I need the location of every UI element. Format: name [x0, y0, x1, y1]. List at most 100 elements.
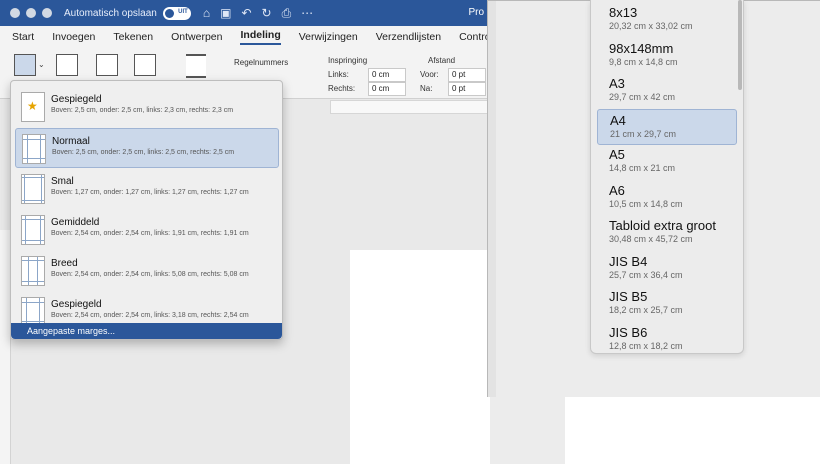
margin-option-name: Breed	[51, 258, 78, 269]
orientation-button[interactable]	[56, 54, 78, 76]
paper-size-option[interactable]: Tabloid extra groot 30,48 cm x 45,72 cm	[597, 215, 735, 249]
minimize-window-icon[interactable]	[26, 8, 36, 18]
tab-verwijzingen[interactable]: Verwijzingen	[299, 31, 358, 43]
margin-option-desc: Boven: 2,54 cm, onder: 2,54 cm, links: 3…	[51, 312, 249, 319]
maximize-window-icon[interactable]	[42, 8, 52, 18]
indent-left-field[interactable]: 0 cm	[368, 68, 406, 82]
autosave-toggle[interactable]: UIT	[162, 6, 191, 20]
margin-option-name: Smal	[51, 176, 74, 187]
home-icon[interactable]: ⌂	[203, 6, 210, 21]
size-button[interactable]	[96, 54, 118, 76]
custom-margins-item[interactable]: Aangepaste marges...	[11, 323, 282, 339]
paper-size-option[interactable]: JIS B6 12,8 cm x 18,2 cm	[597, 322, 735, 356]
paper-size-dim: 25,7 cm x 36,4 cm	[609, 269, 683, 280]
paper-size-option[interactable]: A6 10,5 cm x 14,8 cm	[597, 180, 735, 214]
chevron-down-icon[interactable]: ⌄	[38, 60, 45, 69]
margin-option-gemiddeld[interactable]: Gemiddeld Boven: 2,54 cm, onder: 2,54 cm,…	[15, 210, 277, 248]
columns-button[interactable]	[134, 54, 156, 76]
document-page[interactable]	[350, 250, 490, 464]
tab-ontwerpen[interactable]: Ontwerpen	[171, 31, 222, 43]
redo-icon[interactable]: ↻	[262, 6, 272, 21]
horizontal-ruler[interactable]	[330, 100, 492, 114]
margin-option-desc: Boven: 2,54 cm, onder: 2,54 cm, links: 5…	[51, 271, 249, 278]
paper-size-dropdown: 8x13 20,32 cm x 33,02 cm 98x148mm 9,8 cm x …	[590, 0, 744, 354]
undo-icon[interactable]: ↶	[241, 6, 251, 21]
paper-size-name: A3	[609, 76, 625, 91]
paper-size-dim: 9,8 cm x 14,8 cm	[609, 56, 678, 67]
margins-button[interactable]	[14, 54, 36, 76]
paper-size-name: JIS B6	[609, 324, 648, 340]
tab-invoegen[interactable]: Invoegen	[52, 31, 95, 43]
spacing-before-label: Voor:	[420, 70, 439, 79]
margin-option-desc: Boven: 2,5 cm, onder: 2,5 cm, links: 2,5…	[52, 149, 235, 156]
paper-size-name: Tabloid extra groot	[609, 218, 716, 233]
spacing-after-label: Na:	[420, 84, 433, 93]
indent-left-label: Links:	[328, 70, 349, 79]
margin-option-name: Gespiegeld	[51, 299, 102, 310]
save-icon[interactable]: ▣	[220, 6, 231, 21]
paper-size-name: JIS B5	[609, 289, 648, 304]
tab-start[interactable]: Start	[12, 31, 34, 43]
paper-size-dim: 30,48 cm x 45,72 cm	[609, 234, 693, 244]
paper-size-name: A5	[609, 147, 625, 162]
title-bar: Automatisch opslaan UIT ⌂ ▣ ↶ ↻ ⎙ ⋯ Pro	[0, 0, 490, 26]
breaks-button[interactable]	[186, 54, 206, 78]
window-controls[interactable]	[10, 8, 52, 18]
paper-size-name: A6	[609, 182, 625, 198]
paper-size-name: A4	[610, 112, 626, 128]
paper-size-option[interactable]: 98x148mm 9,8 cm x 14,8 cm	[597, 38, 735, 72]
star-icon: ★	[21, 92, 45, 122]
margin-option-name: Normaal	[52, 136, 90, 147]
margin-option-name: Gemiddeld	[51, 217, 100, 228]
tab-indeling[interactable]: Indeling	[240, 29, 281, 45]
quick-access-toolbar: ⌂ ▣ ↶ ↻ ⎙ ⋯	[203, 6, 313, 21]
paper-size-option[interactable]: A4 21 cm x 29,7 cm	[597, 108, 737, 145]
paper-size-dim: 21 cm x 29,7 cm	[610, 128, 677, 139]
margin-option-breed[interactable]: Breed Boven: 2,54 cm, onder: 2,54 cm, lin…	[15, 251, 277, 289]
margin-option-desc: Boven: 2,5 cm, onder: 2,5 cm, links: 2,3…	[51, 107, 234, 114]
paper-size-option[interactable]: 8x13 20,32 cm x 33,02 cm	[597, 2, 735, 36]
margin-option-gespiegeld[interactable]: ★ Gespiegeld Boven: 2,5 cm, onder: 2,5 cm,…	[15, 87, 277, 125]
margin-preview-icon	[22, 134, 46, 164]
margin-option-desc: Boven: 2,54 cm, onder: 2,54 cm, links: 1…	[51, 230, 249, 237]
close-window-icon[interactable]	[10, 8, 20, 18]
paper-size-option[interactable]: A5 14,8 cm x 21 cm	[597, 144, 735, 178]
spacing-heading: Afstand	[428, 56, 456, 65]
more-icon[interactable]: ⋯	[301, 6, 313, 21]
paper-size-option[interactable]: A3 29,7 cm x 42 cm	[597, 73, 735, 107]
secondary-vertical-ruler	[488, 1, 496, 397]
margin-preview-icon	[21, 215, 45, 245]
margin-option-smal[interactable]: Smal Boven: 1,27 cm, onder: 1,27 cm, link…	[15, 169, 277, 207]
paper-size-name: JIS B4	[609, 253, 648, 269]
paper-size-dim: 14,8 cm x 21 cm	[609, 163, 676, 173]
paper-size-dim: 10,5 cm x 14,8 cm	[609, 198, 683, 209]
paper-size-dim: 18,2 cm x 25,7 cm	[609, 305, 683, 315]
margin-option-normaal[interactable]: Normaal Boven: 2,5 cm, onder: 2,5 cm, lin…	[15, 128, 279, 168]
paper-size-dim: 12,8 cm x 18,2 cm	[609, 340, 683, 351]
line-numbers-button[interactable]: Regelnummers	[234, 58, 288, 67]
margin-option-desc: Boven: 1,27 cm, onder: 1,27 cm, links: 1…	[51, 189, 249, 196]
margin-preview-icon	[21, 256, 45, 286]
tab-tekenen[interactable]: Tekenen	[113, 31, 153, 43]
spacing-before-field[interactable]: 0 pt	[448, 68, 486, 82]
spacing-after-field[interactable]: 0 pt	[448, 82, 486, 96]
indent-right-field[interactable]: 0 cm	[368, 82, 406, 96]
paper-size-option[interactable]: JIS B5 18,2 cm x 25,7 cm	[597, 286, 735, 320]
indent-heading: Inspringing	[328, 56, 368, 65]
paper-size-dim: 20,32 cm x 33,02 cm	[609, 21, 693, 31]
tab-verzendlijsten[interactable]: Verzendlijsten	[376, 31, 441, 43]
margins-dropdown: Gespiegeld Boven: 2,54 cm, onder: 2,54 cm…	[10, 80, 283, 340]
print-icon[interactable]: ⎙	[282, 6, 292, 21]
paper-size-name: 98x148mm	[609, 40, 674, 56]
paper-size-option[interactable]: JIS B4 25,7 cm x 36,4 cm	[597, 251, 735, 285]
paper-size-dim: 29,7 cm x 42 cm	[609, 92, 676, 102]
paper-size-name: 8x13	[609, 5, 638, 20]
toggle-state-label: UIT	[178, 8, 188, 15]
indent-right-label: Rechts:	[328, 84, 356, 93]
autosave-label: Automatisch opslaan	[64, 7, 157, 19]
ribbon-tabs: Start Invoegen Tekenen Ontwerpen Indeling Ver…	[0, 26, 514, 48]
size-list-scrollbar[interactable]	[738, 0, 742, 90]
margin-preview-icon	[21, 174, 45, 204]
document-title: Pro	[468, 7, 484, 18]
secondary-page-strip	[490, 397, 565, 464]
